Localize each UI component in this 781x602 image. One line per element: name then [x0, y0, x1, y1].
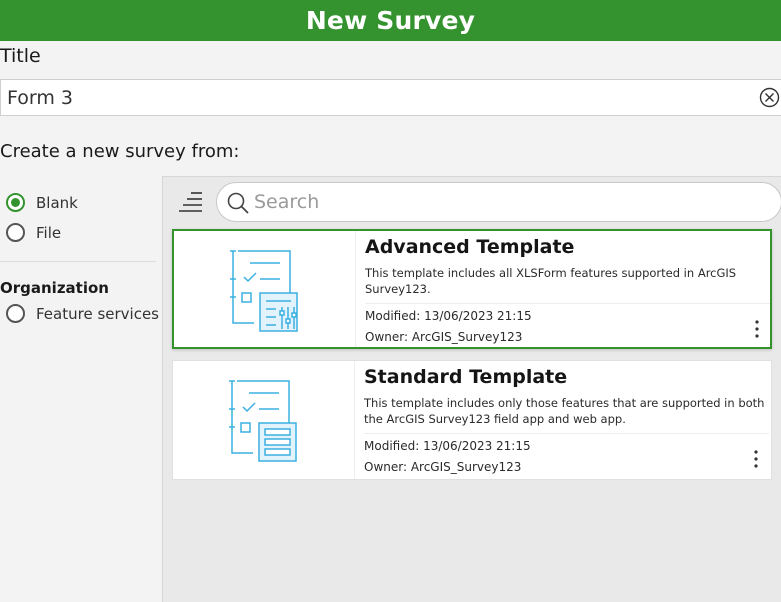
divider: [0, 261, 156, 262]
divider: [364, 433, 769, 434]
sort-icon[interactable]: [177, 190, 203, 216]
search-box: [216, 182, 781, 222]
radio-button-checked[interactable]: [6, 193, 25, 212]
search-icon: [227, 192, 249, 214]
advanced-template-icon: [230, 250, 298, 332]
more-options-icon[interactable]: [752, 319, 762, 339]
radio-feature-services-label: Feature services: [36, 304, 159, 323]
template-title: Standard Template: [364, 366, 568, 388]
divider: [365, 303, 770, 304]
template-title: Advanced Template: [365, 236, 575, 258]
template-thumbnail: [173, 361, 355, 479]
radio-button[interactable]: [6, 223, 25, 242]
source-options-panel: Blank File Organization Feature services: [0, 176, 162, 602]
template-card-advanced[interactable]: Advanced Template This template includes…: [172, 229, 772, 349]
template-owner: Owner: ArcGIS_Survey123: [364, 460, 522, 474]
template-description: This template includes only those featur…: [364, 396, 765, 426]
radio-blank-label: Blank: [36, 193, 78, 212]
template-panel: Advanced Template This template includes…: [162, 176, 781, 602]
template-modified: Modified: 13/06/2023 21:15: [364, 439, 531, 453]
template-modified: Modified: 13/06/2023 21:15: [365, 309, 532, 323]
more-options-icon[interactable]: [751, 449, 761, 469]
search-input[interactable]: [254, 185, 774, 219]
template-thumbnail: [174, 231, 356, 347]
radio-button[interactable]: [6, 304, 25, 323]
radio-file[interactable]: File: [6, 223, 61, 242]
template-card-standard[interactable]: Standard Template This template includes…: [172, 360, 772, 480]
organization-heading: Organization: [0, 279, 109, 297]
radio-blank[interactable]: Blank: [6, 193, 78, 212]
create-from-label: Create a new survey from:: [0, 141, 240, 162]
template-description: This template includes all XLSForm featu…: [365, 266, 737, 296]
radio-feature-services[interactable]: Feature services: [6, 304, 159, 323]
title-field-container: [0, 79, 781, 116]
title-input[interactable]: [1, 80, 741, 115]
page-title: New Survey: [305, 6, 476, 35]
template-owner: Owner: ArcGIS_Survey123: [365, 330, 523, 344]
app-header: New Survey: [0, 0, 781, 41]
clear-icon[interactable]: [759, 87, 780, 108]
radio-file-label: File: [36, 223, 62, 242]
standard-template-icon: [229, 380, 297, 462]
title-label: Title: [0, 45, 41, 67]
